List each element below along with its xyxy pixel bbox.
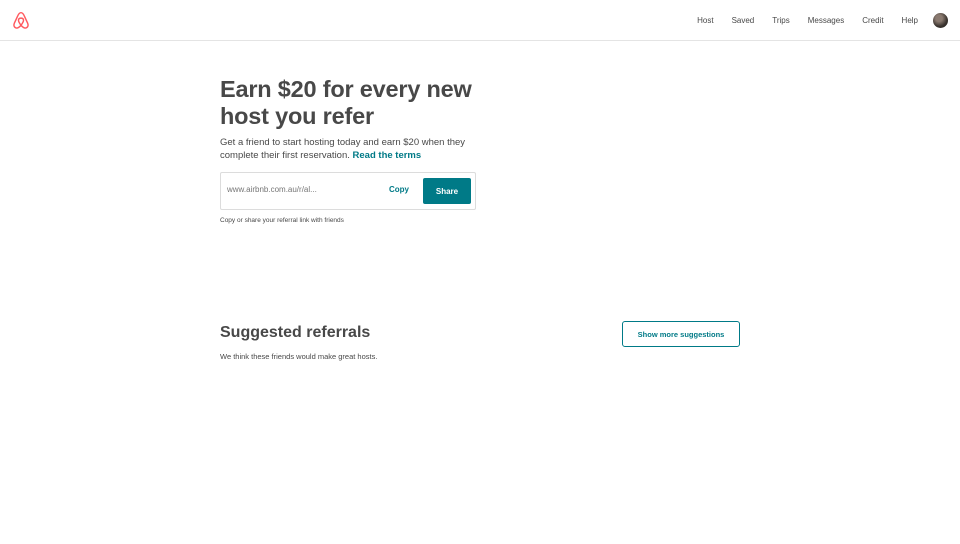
copy-button[interactable]: Copy (389, 185, 409, 194)
page-title: Earn $20 for every new host you refer (220, 76, 472, 129)
nav-saved[interactable]: Saved (732, 16, 755, 25)
referral-url-field[interactable]: www.airbnb.com.au/r/al... (227, 185, 377, 194)
show-more-suggestions-button[interactable]: Show more suggestions (622, 321, 740, 347)
suggested-referrals-heading: Suggested referrals (220, 324, 371, 341)
main-nav: Host Saved Trips Messages Credit Help (679, 0, 948, 40)
hero-description: Get a friend to start hosting today and … (220, 136, 490, 162)
referral-content: Earn $20 for every new host you refer Ge… (220, 76, 740, 361)
top-navigation-bar: Host Saved Trips Messages Credit Help (0, 0, 960, 41)
share-button[interactable]: Share (423, 178, 471, 204)
suggested-referrals-subtitle: We think these friends would make great … (220, 352, 378, 361)
airbnb-logo-icon[interactable] (12, 11, 30, 30)
nav-trips[interactable]: Trips (772, 16, 789, 25)
nav-host[interactable]: Host (697, 16, 713, 25)
user-avatar[interactable] (933, 12, 948, 28)
nav-help[interactable]: Help (902, 16, 918, 25)
referral-helper-text: Copy or share your referral link with fr… (220, 217, 344, 224)
read-terms-link[interactable]: Read the terms (353, 150, 422, 161)
hero-description-text: Get a friend to start hosting today and … (220, 137, 466, 161)
nav-messages[interactable]: Messages (808, 16, 844, 25)
referral-link-box: www.airbnb.com.au/r/al... Copy Share (220, 172, 476, 210)
nav-credit[interactable]: Credit (862, 16, 883, 25)
